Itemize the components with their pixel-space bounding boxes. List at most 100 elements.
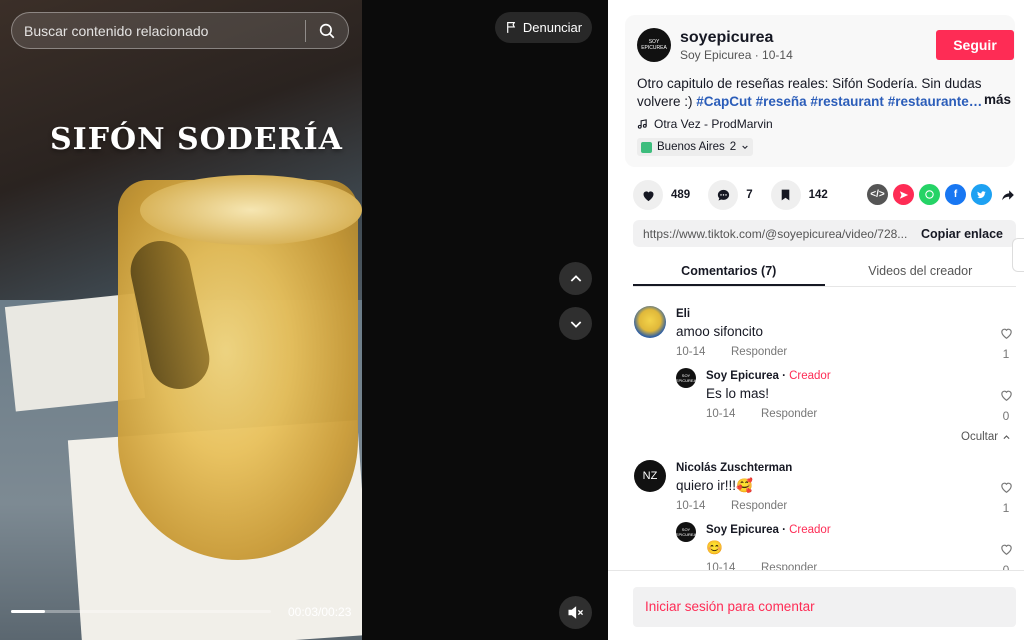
reply-author-name[interactable]: Soy Epicurea bbox=[706, 524, 779, 536]
copy-link-button[interactable]: Copiar enlace bbox=[908, 227, 1016, 241]
speaker-muted-icon bbox=[568, 606, 584, 619]
comment-login-bar: Iniciar sesión para comentar bbox=[608, 570, 1024, 640]
location-name: Buenos Aires bbox=[657, 141, 725, 153]
author-avatar[interactable]: SOY EPICUREA bbox=[637, 28, 671, 62]
creator-avatar[interactable]: SOY EPICUREA bbox=[676, 368, 696, 388]
comment-like-button[interactable]: 1 bbox=[996, 480, 1016, 515]
reply-like-count: 0 bbox=[1002, 563, 1010, 570]
commenter-name[interactable]: Eli bbox=[676, 308, 690, 320]
hashtag[interactable]: #CapCut bbox=[696, 94, 752, 109]
hashtag[interactable]: #reseña bbox=[756, 94, 807, 109]
mute-button[interactable] bbox=[559, 596, 592, 629]
hide-replies-label: Ocultar bbox=[961, 431, 999, 443]
search-bar[interactable] bbox=[11, 12, 349, 49]
hide-replies-button[interactable]: Ocultar bbox=[961, 431, 1011, 443]
engagement-actions: 489 7 142 bbox=[633, 180, 828, 210]
chevron-up-icon bbox=[570, 274, 581, 282]
reply-author: Soy Epicurea · Creador bbox=[706, 524, 831, 536]
login-to-comment-button[interactable]: Iniciar sesión para comentar bbox=[633, 587, 1016, 627]
facebook-icon[interactable]: f bbox=[945, 184, 966, 205]
video-progress-bar[interactable] bbox=[11, 610, 271, 613]
chevron-up-icon bbox=[1003, 434, 1010, 439]
drink-ice bbox=[140, 175, 362, 245]
author-username[interactable]: soyepicurea bbox=[680, 29, 773, 47]
save-count: 142 bbox=[808, 189, 828, 201]
heart-outline-icon bbox=[1000, 482, 1012, 493]
bookmark-icon bbox=[770, 180, 801, 210]
post-date: 10-14 bbox=[762, 48, 793, 62]
reply-text: 😊 bbox=[706, 540, 723, 555]
details-panel: SOY EPICUREA soyepicurea Soy Epicurea · … bbox=[608, 0, 1024, 640]
creator-badge: Creador bbox=[789, 524, 831, 536]
send-to-friends-icon[interactable] bbox=[893, 184, 914, 205]
like-button[interactable]: 489 bbox=[633, 180, 690, 210]
reply-like-button[interactable]: 0 bbox=[996, 388, 1016, 423]
heart-outline-icon bbox=[1000, 390, 1012, 401]
tab-comments[interactable]: Comentarios (7) bbox=[633, 255, 825, 286]
music-link[interactable]: Otra Vez - ProdMarvin bbox=[637, 117, 773, 131]
video-player[interactable]: SIFÓN SODERÍA Denunciar 00:03/00:23 bbox=[0, 0, 608, 640]
creator-avatar[interactable]: SOY EPICUREA bbox=[676, 522, 696, 542]
author-display-name: Soy Epicurea bbox=[680, 48, 752, 62]
location-tag[interactable]: Buenos Aires 2 bbox=[637, 138, 754, 156]
search-button[interactable] bbox=[306, 12, 348, 49]
reply-like-count: 0 bbox=[1002, 409, 1010, 423]
hashtag[interactable]: #restaurante… bbox=[888, 94, 983, 109]
comment-button[interactable]: 7 bbox=[708, 180, 753, 210]
whatsapp-icon[interactable] bbox=[919, 184, 940, 205]
reply-author: Soy Epicurea · Creador bbox=[706, 370, 831, 382]
video-title-overlay: SIFÓN SODERÍA bbox=[50, 122, 343, 157]
heart-icon bbox=[633, 180, 663, 210]
comment-date: 10-14 bbox=[676, 500, 706, 512]
reply-date: 10-14 bbox=[706, 408, 736, 420]
reply-button[interactable]: Responder bbox=[761, 408, 817, 420]
post-info-card: SOY EPICUREA soyepicurea Soy Epicurea · … bbox=[625, 15, 1015, 167]
reply-date: 10-14 bbox=[706, 562, 736, 570]
music-note-icon bbox=[637, 119, 647, 129]
comment-icon bbox=[708, 180, 739, 210]
next-video-button[interactable] bbox=[559, 307, 592, 340]
tab-creator-videos[interactable]: Videos del creador bbox=[825, 255, 1017, 286]
flag-icon bbox=[506, 22, 516, 33]
report-button[interactable]: Denunciar bbox=[495, 12, 592, 43]
embed-icon[interactable]: </> bbox=[867, 184, 888, 205]
video-link-box: https://www.tiktok.com/@soyepicurea/vide… bbox=[633, 220, 1016, 247]
comment-list[interactable]: Eli amoo sifoncito 10-14 Responder 1 SOY… bbox=[608, 296, 1024, 570]
reply-author-name[interactable]: Soy Epicurea bbox=[706, 370, 779, 382]
more-button[interactable]: más bbox=[984, 92, 1011, 107]
reply-button[interactable]: Responder bbox=[731, 346, 787, 358]
reply-text: Es lo mas! bbox=[706, 386, 770, 401]
video-time: 00:03/00:23 bbox=[288, 605, 352, 619]
reply-button[interactable]: Responder bbox=[761, 562, 817, 570]
heart-outline-icon bbox=[1000, 328, 1012, 339]
share-arrow-icon[interactable] bbox=[997, 184, 1018, 205]
report-label: Denunciar bbox=[522, 20, 583, 35]
comment-text: amoo sifoncito bbox=[676, 324, 764, 339]
comment-date: 10-14 bbox=[676, 346, 706, 358]
reply-button[interactable]: Responder bbox=[731, 500, 787, 512]
chevron-down-icon bbox=[570, 320, 581, 328]
hashtag[interactable]: #restaurant bbox=[810, 94, 884, 109]
heart-outline-icon bbox=[1000, 544, 1012, 555]
commenter-name[interactable]: Nicolás Zuschterman bbox=[676, 462, 792, 474]
commenter-avatar[interactable]: NZ bbox=[634, 460, 666, 492]
location-count: 2 bbox=[729, 141, 737, 153]
video-url[interactable]: https://www.tiktok.com/@soyepicurea/vide… bbox=[633, 227, 908, 241]
follow-button[interactable]: Seguir bbox=[936, 30, 1014, 60]
comment-like-button[interactable]: 1 bbox=[996, 326, 1016, 361]
creator-badge: Creador bbox=[789, 370, 831, 382]
location-pin-icon bbox=[641, 141, 652, 153]
panel-tabs: Comentarios (7) Videos del creador bbox=[633, 255, 1016, 287]
commenter-avatar[interactable] bbox=[634, 306, 666, 338]
previous-video-button[interactable] bbox=[559, 262, 592, 295]
save-button[interactable]: 142 bbox=[770, 180, 828, 210]
video-frame[interactable]: SIFÓN SODERÍA bbox=[0, 0, 362, 640]
video-progress-fill bbox=[11, 610, 45, 613]
twitter-icon[interactable] bbox=[971, 184, 992, 205]
side-handle[interactable] bbox=[1012, 238, 1024, 272]
reply-like-button[interactable]: 0 bbox=[996, 542, 1016, 570]
music-title: Otra Vez - ProdMarvin bbox=[654, 117, 773, 131]
search-input[interactable] bbox=[12, 22, 305, 39]
comment-count: 7 bbox=[746, 189, 753, 201]
comment-like-count: 1 bbox=[1002, 347, 1010, 361]
